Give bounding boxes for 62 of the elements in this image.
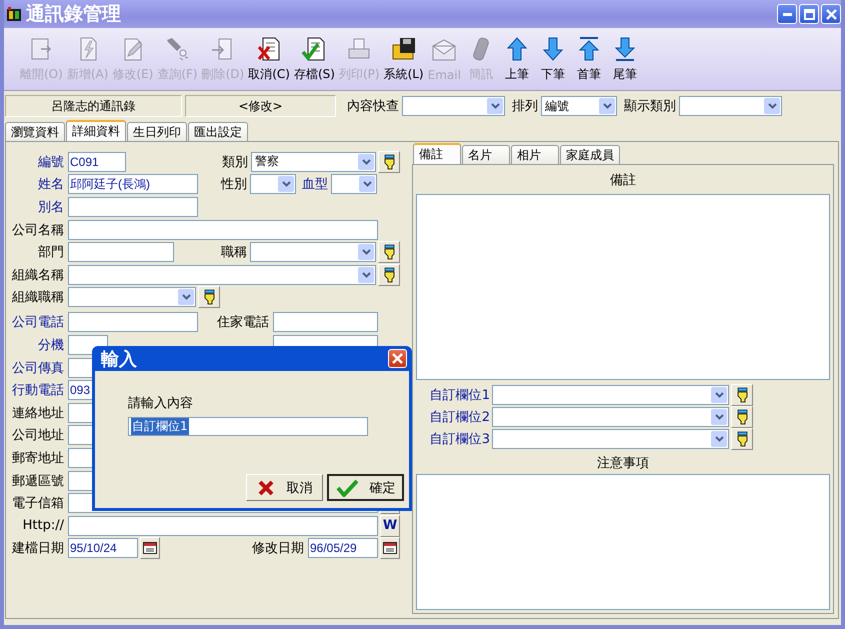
tab[interactable]: 匯出設定 (188, 122, 248, 141)
toolbar-button[interactable]: 存檔(S) (292, 35, 337, 83)
field-label: 類別 (221, 154, 249, 170)
tab[interactable]: 生日列印 (127, 122, 187, 141)
field-label: 修改日期 (251, 540, 305, 558)
field-label: 郵寄地址 (11, 450, 65, 468)
text-field[interactable]: 96/05/29 (308, 538, 378, 558)
text-field[interactable]: C091 (68, 152, 126, 172)
category-filter-label: 顯示類別 (624, 98, 676, 115)
toolbar-button[interactable]: 取消(C) (246, 35, 292, 83)
toolbar-button[interactable]: 首筆 (570, 35, 607, 83)
quick-search-label: 內容快查 (347, 98, 399, 115)
field-label: 職稱 (220, 244, 248, 262)
prompt-text: 請輸入內容 (128, 395, 193, 412)
tab[interactable]: 瀏覽資料 (5, 122, 65, 141)
field-label: 公司地址 (11, 427, 65, 444)
field-label: 電子信箱 (11, 495, 65, 512)
field-label: Http:// (22, 518, 65, 534)
cancel-button[interactable]: 取消 (246, 474, 323, 501)
field-label: 行動電話 (11, 382, 65, 400)
field-label: 姓名 (37, 176, 65, 194)
field-label: 自訂欄位3 (428, 430, 491, 448)
field-label: 性別 (220, 176, 248, 194)
field-label: 分機 (37, 337, 65, 354)
sort-dropdown[interactable]: 編號 (541, 96, 617, 116)
field-label: 組織名稱 (11, 266, 65, 284)
tab[interactable]: 名片 (462, 145, 510, 164)
section-header: 備註 (609, 172, 637, 190)
text-field[interactable]: 95/10/24 (68, 538, 138, 558)
field-label: 自訂欄位2 (428, 408, 491, 426)
toolbar-button[interactable]: 尾筆 (606, 35, 643, 83)
window-title: 通訊錄管理 (26, 2, 121, 27)
ok-button[interactable]: 確定 (327, 474, 404, 501)
toolbar-button[interactable]: 上筆 (498, 35, 535, 83)
field-label: 建檔日期 (11, 540, 65, 558)
toolbar-button[interactable]: 系統(L) (382, 35, 426, 83)
dropdown-field[interactable]: 警察 (251, 152, 376, 172)
field-label: 部門 (37, 244, 65, 262)
field-label: 住家電話 (216, 314, 270, 332)
field-label: 公司名稱 (11, 222, 65, 239)
field-label: 編號 (37, 154, 65, 170)
tab[interactable]: 家庭成員 (560, 145, 620, 164)
field-label: 連絡地址 (11, 404, 65, 422)
field-label: 公司電話 (11, 314, 65, 332)
field-label: 自訂欄位1 (428, 386, 491, 404)
tab[interactable]: 相片 (511, 145, 559, 164)
input-field[interactable]: 自訂欄位1 (128, 417, 368, 436)
toolbar-button[interactable]: 下筆 (534, 35, 571, 83)
sort-label: 排列 (512, 98, 538, 115)
field-label: 組織職稱 (11, 289, 65, 306)
tab[interactable]: 詳細資料 (66, 120, 126, 141)
dialog-title: 輸入 (101, 348, 137, 370)
edit-mode-indicator: <修改> (185, 95, 336, 117)
tab[interactable]: 備註 (413, 143, 461, 164)
field-label: 別名 (37, 198, 65, 216)
section-header: 注意事項 (596, 455, 650, 473)
field-label: 血型 (301, 176, 329, 194)
text-field[interactable]: 邱阿廷子(長鴻) (68, 174, 198, 194)
field-label: 郵遞區號 (11, 472, 65, 490)
address-book-name: 呂隆志的通訊錄 (5, 95, 182, 117)
field-label: 公司傳真 (11, 360, 65, 377)
web-button[interactable]: W (380, 514, 400, 537)
